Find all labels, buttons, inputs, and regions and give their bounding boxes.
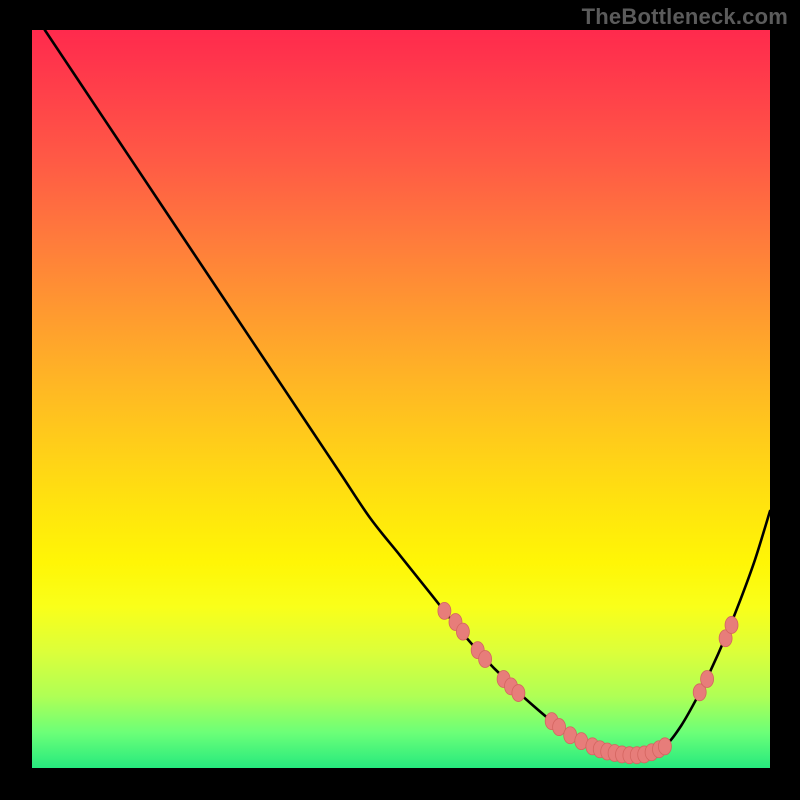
data-marker (658, 738, 671, 755)
data-marker (701, 670, 714, 687)
chart-svg (30, 30, 770, 770)
data-marker (725, 616, 738, 633)
chart-container: TheBottleneck.com (0, 0, 800, 800)
data-marker (438, 602, 451, 619)
bottleneck-curve (45, 30, 770, 755)
data-markers (438, 602, 738, 763)
data-marker (456, 623, 469, 640)
x-axis-line (28, 768, 772, 772)
data-marker (479, 651, 492, 668)
y-axis-line (28, 28, 32, 772)
watermark-text: TheBottleneck.com (582, 4, 788, 30)
data-marker (512, 685, 525, 702)
